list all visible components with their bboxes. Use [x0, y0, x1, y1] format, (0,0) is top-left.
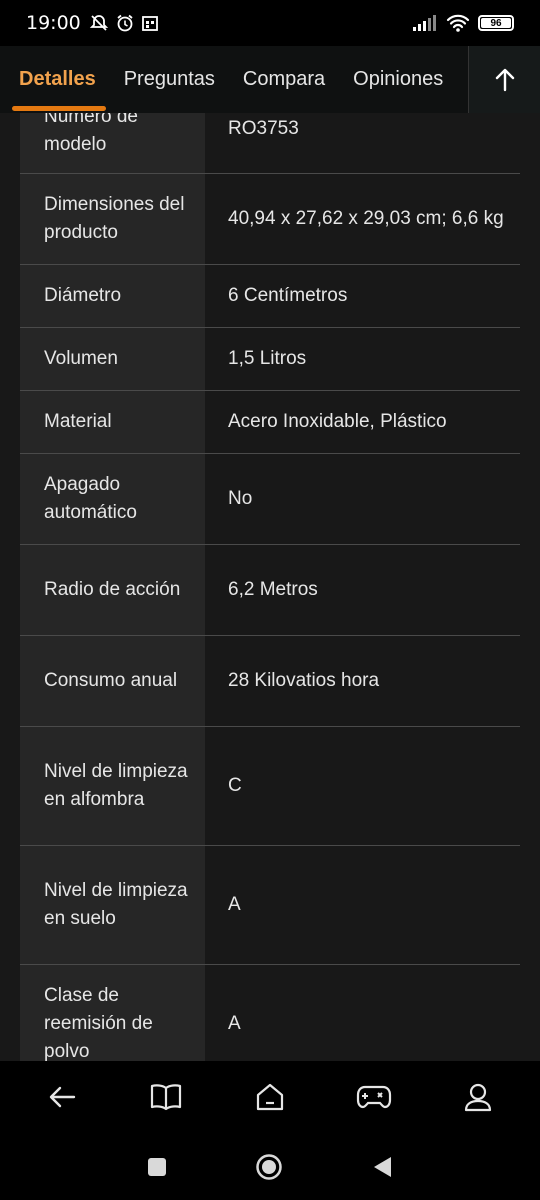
spec-value: 28 Kilovatios hora — [228, 670, 380, 691]
spec-label: Nivel de limpieza en suelo — [20, 846, 205, 964]
status-bar: 19:00 96 — [0, 0, 540, 46]
back-arrow-icon — [49, 1086, 76, 1108]
status-icons-right: 96 — [412, 13, 514, 33]
product-details-content: Número de modelo RO3753 Dimensiones del … — [0, 113, 540, 1061]
recents-icon[interactable] — [147, 1157, 167, 1177]
nav-reading-button[interactable] — [136, 1067, 196, 1127]
spec-label: Radio de acción — [20, 545, 205, 635]
tab-detalles[interactable]: Detalles — [0, 46, 110, 113]
back-triangle-icon[interactable] — [371, 1155, 393, 1179]
spec-value: RO3753 — [228, 118, 299, 139]
spec-row-volumen: Volumen 1,5 Litros — [20, 328, 520, 391]
spec-value: C — [228, 775, 242, 796]
spec-row-numero-modelo: Número de modelo RO3753 — [20, 113, 520, 174]
gamepad-icon — [356, 1085, 392, 1109]
specs-table: Número de modelo RO3753 Dimensiones del … — [20, 113, 520, 1061]
spec-label: Apagado automático — [20, 454, 205, 544]
spec-value: A — [228, 894, 241, 915]
spec-row-diametro: Diámetro 6 Centímetros — [20, 265, 520, 328]
spec-row-reemision-polvo: Clase de reemisión de polvo A — [20, 965, 520, 1061]
nav-back-button[interactable] — [32, 1067, 92, 1127]
spec-label: Diámetro — [20, 265, 205, 327]
nav-profile-button[interactable] — [448, 1067, 508, 1127]
spec-value: No — [228, 488, 253, 509]
spec-row-material: Material Acero Inoxidable, Plástico — [20, 391, 520, 454]
book-icon — [150, 1084, 182, 1111]
spec-row-dimensiones: Dimensiones del producto 40,94 x 27,62 x… — [20, 174, 520, 265]
spec-label: Clase de reemisión de polvo — [20, 965, 205, 1061]
nav-home-button[interactable] — [240, 1067, 300, 1127]
tab-compara[interactable]: Compara — [229, 46, 339, 113]
tab-preguntas[interactable]: Preguntas — [110, 46, 229, 113]
spec-value: Acero Inoxidable, Plástico — [228, 411, 447, 432]
spec-value: 6 Centímetros — [228, 285, 348, 306]
profile-icon — [464, 1083, 492, 1112]
home-icon — [256, 1083, 284, 1111]
status-icons-left — [89, 13, 159, 33]
spec-label: Material — [20, 391, 205, 453]
battery-level: 96 — [490, 17, 502, 29]
spec-value: A — [228, 1013, 241, 1034]
wifi-icon — [446, 14, 470, 32]
calendar-icon — [141, 16, 158, 31]
spec-row-consumo-anual: Consumo anual 28 Kilovatios hora — [20, 636, 520, 727]
bell-off-icon — [89, 15, 108, 31]
spec-row-limpieza-suelo: Nivel de limpieza en suelo A — [20, 846, 520, 965]
scroll-to-top-button[interactable] — [468, 46, 540, 113]
spec-row-apagado-automatico: Apagado automático No — [20, 454, 520, 545]
spec-value: 1,5 Litros — [228, 348, 307, 369]
section-tab-bar: Detalles Preguntas Compara Opiniones — [0, 46, 540, 113]
battery-icon: 96 — [478, 15, 514, 31]
app-bottom-nav — [0, 1061, 540, 1133]
spec-row-limpieza-alfombra: Nivel de limpieza en alfombra C — [20, 727, 520, 846]
spec-label: Consumo anual — [20, 636, 205, 726]
spec-row-radio-accion: Radio de acción 6,2 Metros — [20, 545, 520, 636]
alarm-icon — [117, 14, 133, 32]
spec-label: Nivel de limpieza en alfombra — [20, 727, 205, 845]
signal-icon — [413, 15, 436, 31]
spec-label: Volumen — [20, 328, 205, 390]
status-time: 19:00 — [26, 12, 81, 34]
spec-label: Número de modelo — [20, 113, 205, 173]
arrow-up-icon — [495, 68, 514, 91]
spec-label: Dimensiones del producto — [20, 174, 205, 264]
spec-value: 6,2 Metros — [228, 579, 318, 600]
nav-games-button[interactable] — [344, 1067, 404, 1127]
tab-opiniones[interactable]: Opiniones — [339, 46, 457, 113]
spec-value: 40,94 x 27,62 x 29,03 cm; 6,6 kg — [228, 208, 504, 229]
home-circle-icon[interactable] — [255, 1153, 283, 1181]
system-nav-bar — [0, 1133, 540, 1200]
